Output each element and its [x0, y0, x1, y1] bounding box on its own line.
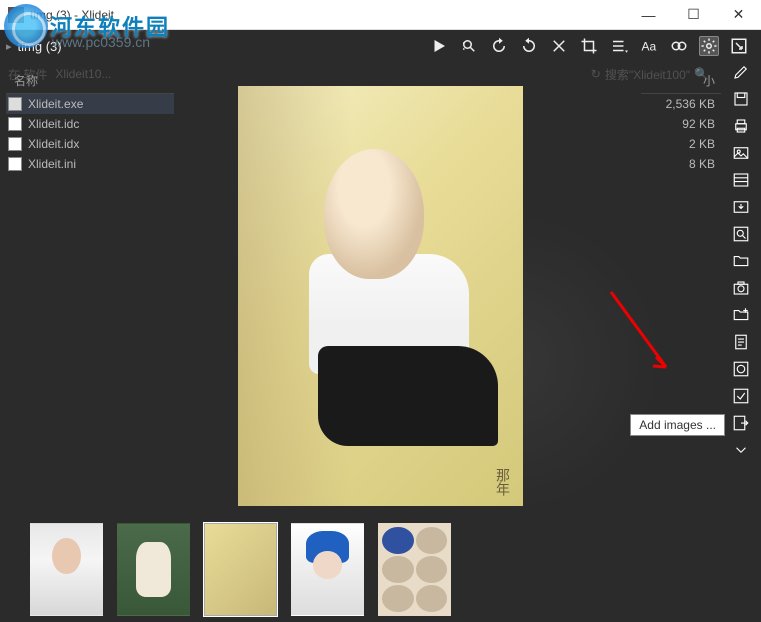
window-title: timg (3) - Xlideit	[30, 8, 114, 22]
svg-text:Aa: Aa	[642, 40, 657, 54]
breadcrumb-arrow-icon: ▸	[6, 40, 12, 53]
maximize-button[interactable]: ☐	[671, 0, 716, 30]
fit-zoom-button[interactable]	[459, 36, 479, 56]
exe-file-icon	[8, 97, 22, 111]
edit-dropdown-button[interactable]	[609, 36, 629, 56]
image-icon[interactable]	[731, 143, 751, 163]
refresh-icon[interactable]: ↻	[591, 67, 601, 81]
window-titlebar: timg (3) - Xlideit — ☐ ✕	[0, 0, 761, 30]
viewport: 在 软件 Xlideit10... ↻ 搜索"Xlideit100" 🔍 名称 …	[0, 62, 761, 517]
print-icon[interactable]	[731, 116, 751, 136]
rotate-right-button[interactable]	[519, 36, 539, 56]
size-column-header[interactable]: 小	[641, 68, 721, 94]
checkbox-icon[interactable]	[731, 386, 751, 406]
doc-file-icon	[8, 117, 22, 131]
folder-icon[interactable]	[731, 251, 751, 271]
file-size: 2 KB	[641, 134, 721, 154]
file-name: Xlideit.idc	[28, 117, 79, 131]
edit-icon[interactable]	[731, 62, 751, 82]
file-size: 92 KB	[641, 114, 721, 134]
file-row[interactable]: Xlideit.idx	[6, 134, 174, 154]
file-row[interactable]: Xlideit.ini	[6, 154, 174, 174]
rotate-left-button[interactable]	[489, 36, 509, 56]
thumbnail[interactable]	[378, 523, 451, 616]
exit-icon[interactable]	[731, 413, 751, 433]
save-icon[interactable]	[731, 89, 751, 109]
thumbnail-strip	[0, 517, 761, 622]
crop-button[interactable]	[579, 36, 599, 56]
fullscreen-button[interactable]	[729, 36, 749, 56]
file-column-name[interactable]: 名称	[6, 72, 38, 89]
thumbnail[interactable]	[30, 523, 103, 616]
file-name: Xlideit.ini	[28, 157, 76, 171]
close-button[interactable]: ✕	[716, 0, 761, 30]
main-image: 那年	[238, 86, 523, 506]
file-size-panel: 小 2,536 KB 92 KB 2 KB 8 KB	[641, 62, 721, 180]
tooltip: Add images ...	[630, 414, 725, 436]
file-list-panel: 名称 Xlideit.exe Xlideit.idc Xlideit.idx X…	[0, 62, 180, 180]
image-caption: 那年	[493, 468, 513, 496]
zoom-icon[interactable]	[731, 359, 751, 379]
thumbnail[interactable]	[117, 523, 190, 616]
thumbnail[interactable]	[291, 523, 364, 616]
list-icon[interactable]	[731, 170, 751, 190]
search-image-icon[interactable]	[731, 224, 751, 244]
text-tool-button[interactable]: Aa	[639, 36, 659, 56]
export-icon[interactable]	[731, 197, 751, 217]
camera-icon[interactable]	[731, 278, 751, 298]
right-sidebar	[727, 62, 755, 460]
file-size: 8 KB	[641, 154, 721, 174]
minimize-button[interactable]: —	[626, 0, 671, 30]
settings-button[interactable]	[699, 36, 719, 56]
expand-more-icon[interactable]	[731, 440, 751, 460]
adjust-button[interactable]	[669, 36, 689, 56]
add-images-icon[interactable]	[731, 305, 751, 325]
doc-file-icon	[8, 157, 22, 171]
delete-button[interactable]	[549, 36, 569, 56]
file-name: Xlideit.idx	[28, 137, 79, 151]
file-size: 2,536 KB	[641, 94, 721, 114]
app-icon	[8, 7, 24, 23]
file-row[interactable]: Xlideit.exe	[6, 94, 174, 114]
watermark-url: www.pc0359.cn	[52, 34, 150, 50]
file-row[interactable]: Xlideit.idc	[6, 114, 174, 134]
file-name: Xlideit.exe	[28, 97, 83, 111]
thumbnail-selected[interactable]	[204, 523, 277, 616]
doc-file-icon	[8, 137, 22, 151]
image-content	[318, 346, 498, 446]
play-slideshow-button[interactable]	[429, 36, 449, 56]
document-icon[interactable]	[731, 332, 751, 352]
